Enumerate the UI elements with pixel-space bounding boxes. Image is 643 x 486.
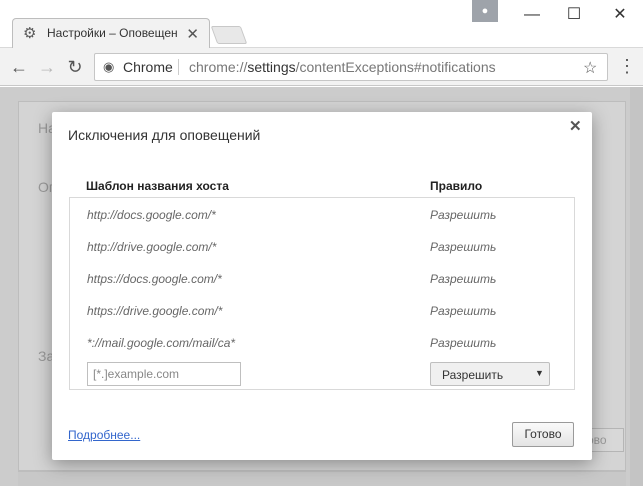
list-item[interactable]: https://docs.google.com/* Разрешить bbox=[70, 262, 574, 294]
list-item[interactable]: http://docs.google.com/* Разрешить bbox=[70, 198, 574, 230]
chrome-page-icon: ◉ bbox=[103, 59, 115, 74]
row-rule: Разрешить bbox=[430, 336, 497, 350]
row-rule: Разрешить bbox=[430, 272, 497, 286]
page-scrollbar[interactable] bbox=[630, 87, 643, 486]
done-button[interactable]: Готово bbox=[512, 422, 574, 447]
address-bar[interactable]: ◉ Chrome chrome://settings/contentExcept… bbox=[94, 53, 608, 81]
list-item[interactable]: *://mail.google.com/mail/ca* Разрешить bbox=[70, 326, 574, 358]
notification-exceptions-dialog: Исключения для оповещений ✕ Шаблон назва… bbox=[52, 112, 592, 460]
url-text[interactable]: chrome://settings/contentExceptions#noti… bbox=[189, 59, 496, 75]
reload-button[interactable]: ↻ bbox=[64, 56, 86, 78]
new-tab-button[interactable] bbox=[210, 26, 248, 44]
row-rule: Разрешить bbox=[430, 240, 497, 254]
new-pattern-input[interactable] bbox=[87, 362, 241, 386]
column-header-rule: Правило bbox=[430, 179, 483, 193]
url-path: /contentExceptions#notifications bbox=[295, 59, 496, 75]
toolbar: ← → ↻ ◉ Chrome chrome://settings/content… bbox=[0, 48, 643, 86]
row-pattern: http://drive.google.com/* bbox=[87, 240, 217, 254]
browser-tab[interactable]: ⚙ Настройки – Оповещен ✕ bbox=[12, 18, 210, 48]
new-rule-selected: Разрешить bbox=[442, 368, 504, 382]
origin-chip: Chrome bbox=[123, 59, 173, 75]
row-pattern: http://docs.google.com/* bbox=[87, 208, 216, 222]
url-scheme: chrome:// bbox=[189, 59, 248, 75]
column-header-pattern: Шаблон названия хоста bbox=[86, 179, 229, 193]
exceptions-list: http://docs.google.com/* Разрешить http:… bbox=[69, 197, 575, 390]
list-item[interactable]: https://drive.google.com/* Разрешить bbox=[70, 294, 574, 326]
learn-more-link[interactable]: Подробнее... bbox=[68, 428, 140, 442]
dialog-title: Исключения для оповещений bbox=[68, 127, 261, 143]
close-icon[interactable]: ✕ bbox=[569, 117, 582, 135]
user-avatar-icon[interactable]: ● bbox=[472, 0, 498, 22]
list-item[interactable]: http://drive.google.com/* Разрешить bbox=[70, 230, 574, 262]
close-tab-icon[interactable]: ✕ bbox=[186, 25, 199, 43]
url-host: settings bbox=[247, 59, 296, 75]
new-rule-select[interactable]: Разрешить ▼ bbox=[430, 362, 550, 386]
close-window-button[interactable]: ✕ bbox=[598, 0, 642, 30]
row-pattern: *://mail.google.com/mail/ca* bbox=[87, 336, 236, 350]
title-bar: ⚙ Настройки – Оповещен ✕ ● — ☐ ✕ bbox=[0, 0, 643, 48]
maximize-button[interactable]: ☐ bbox=[552, 0, 596, 30]
chip-divider bbox=[178, 59, 179, 75]
back-button[interactable]: ← bbox=[8, 56, 30, 78]
menu-icon[interactable]: ⋮ bbox=[618, 55, 636, 77]
row-rule: Разрешить bbox=[430, 208, 497, 222]
bg-bottom-bar bbox=[18, 471, 626, 486]
minimize-button[interactable]: — bbox=[510, 0, 554, 30]
bookmark-star-icon[interactable]: ☆ bbox=[583, 58, 597, 78]
tab-title: Настройки – Оповещен bbox=[47, 26, 178, 40]
forward-button[interactable]: → bbox=[36, 56, 58, 78]
row-rule: Разрешить bbox=[430, 304, 497, 318]
gear-icon: ⚙ bbox=[23, 25, 37, 42]
row-pattern: https://docs.google.com/* bbox=[87, 272, 222, 286]
row-pattern: https://drive.google.com/* bbox=[87, 304, 223, 318]
dropdown-arrow-icon: ▼ bbox=[535, 368, 544, 378]
